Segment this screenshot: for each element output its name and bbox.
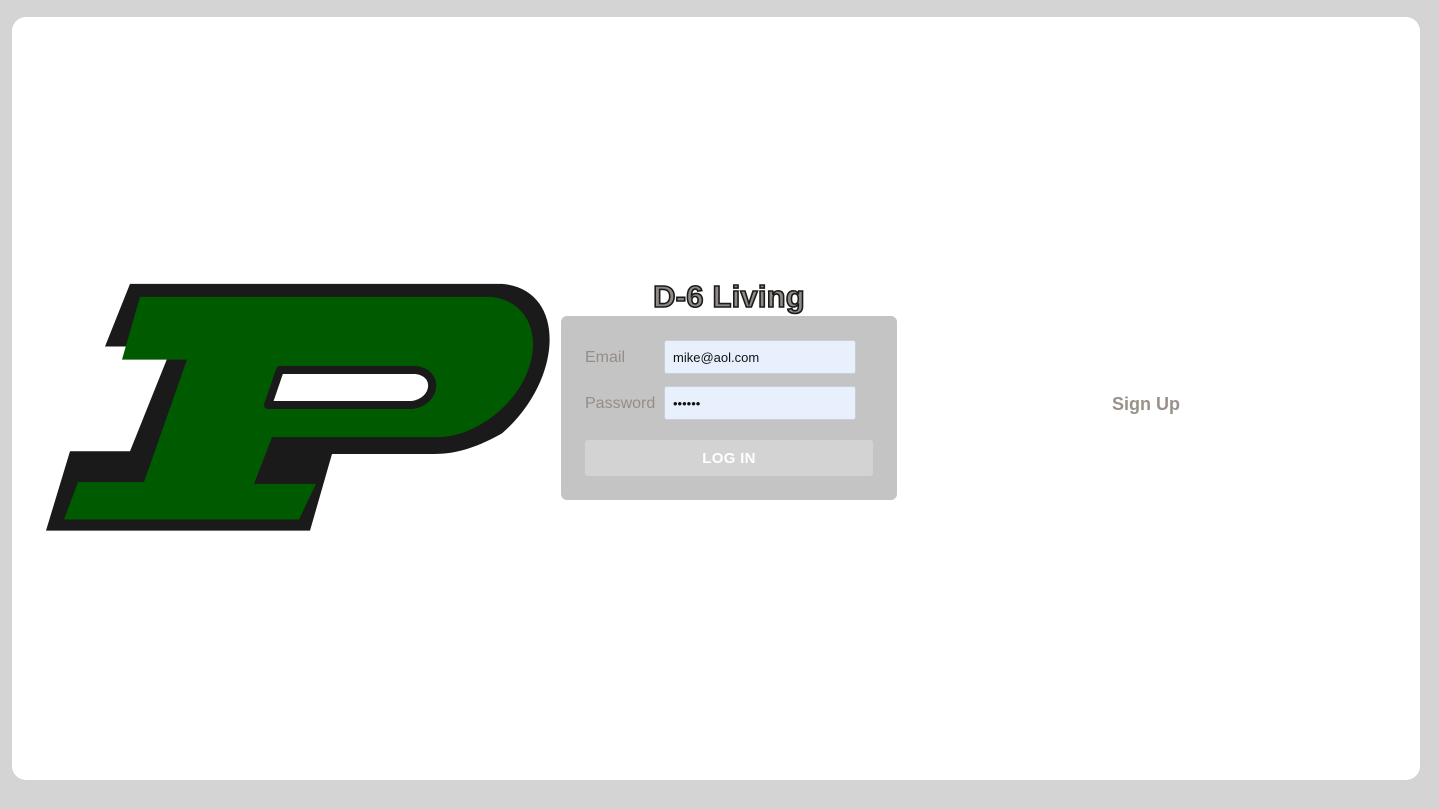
sign-up-link[interactable]: Sign Up: [1112, 394, 1180, 415]
app-window: D-6 Living Email Password LOG IN Sign Up: [12, 17, 1420, 780]
login-card: Email Password LOG IN: [561, 316, 897, 500]
email-field[interactable]: [664, 340, 856, 374]
email-label: Email: [585, 349, 626, 366]
login-button[interactable]: LOG IN: [585, 440, 873, 476]
password-field[interactable]: [664, 386, 856, 420]
p-logo-icon: [46, 283, 550, 531]
password-label: Password: [585, 395, 656, 412]
app-title: D-6 Living: [652, 278, 805, 315]
